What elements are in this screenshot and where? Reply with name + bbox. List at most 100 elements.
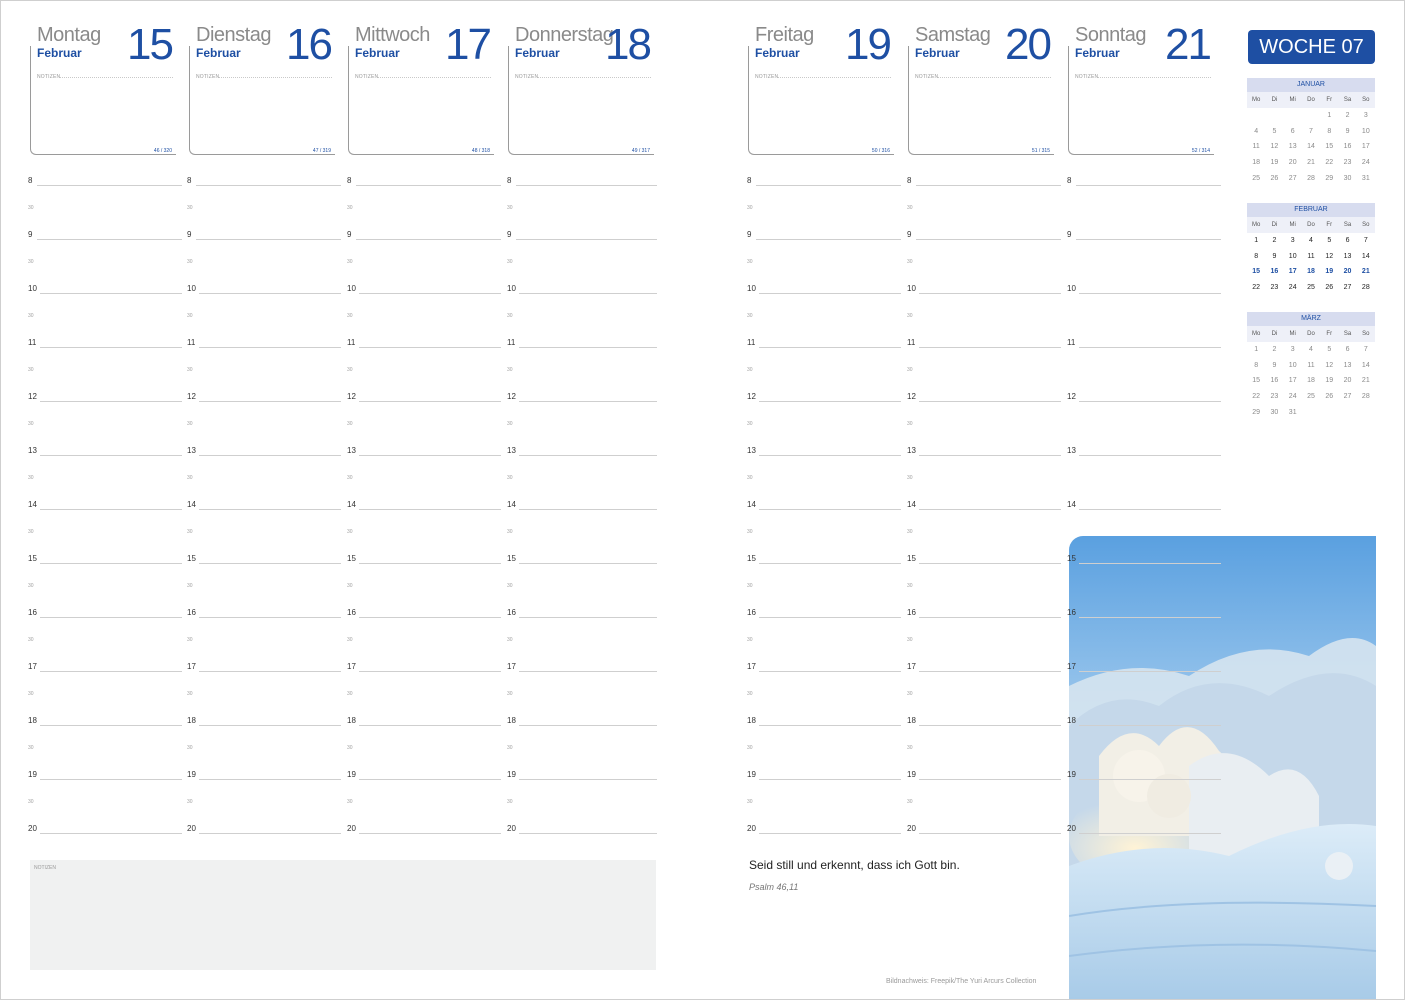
time-slot-row[interactable]: 30 <box>187 635 341 647</box>
time-slot-row[interactable]: 30 <box>28 257 182 269</box>
time-slot-row[interactable]: 30 <box>507 365 657 377</box>
time-slot-row[interactable]: 30 <box>907 797 1061 809</box>
time-slot-row[interactable]: 8 <box>507 176 657 188</box>
time-slot-row[interactable]: 17 <box>187 662 341 674</box>
calendar-day[interactable]: 28 <box>1357 389 1375 405</box>
calendar-day[interactable]: 21 <box>1357 264 1375 280</box>
time-slot-row[interactable]: 30 <box>907 203 1061 215</box>
time-slot-row[interactable]: 30 <box>347 419 501 431</box>
time-slot-row[interactable]: 30 <box>28 473 182 485</box>
time-slot-row[interactable]: 14 <box>747 500 901 512</box>
calendar-day[interactable]: 3 <box>1284 233 1302 249</box>
time-slot-row[interactable]: 12 <box>187 392 341 404</box>
calendar-day[interactable]: 23 <box>1265 280 1283 296</box>
time-slot-row[interactable]: 14 <box>907 500 1061 512</box>
time-slot-row[interactable]: 30 <box>347 473 501 485</box>
time-slot-row[interactable]: 30 <box>907 473 1061 485</box>
time-slot-row[interactable]: 9 <box>907 230 1061 242</box>
calendar-day[interactable]: 9 <box>1265 358 1283 374</box>
time-slot-row[interactable]: 30 <box>507 797 657 809</box>
time-slot-row[interactable]: 9 <box>28 230 182 242</box>
calendar-day[interactable]: 31 <box>1357 171 1375 187</box>
time-slot-row[interactable]: 12 <box>1067 392 1221 404</box>
time-slot-row[interactable]: 18 <box>907 716 1061 728</box>
time-slot-row[interactable]: 30 <box>28 689 182 701</box>
calendar-day[interactable]: 12 <box>1320 358 1338 374</box>
time-slot-row[interactable]: 18 <box>747 716 901 728</box>
time-slot-row[interactable]: 8 <box>187 176 341 188</box>
time-slot-row[interactable]: 11 <box>187 338 341 350</box>
time-slot-row[interactable]: 20 <box>507 824 657 836</box>
calendar-day[interactable]: 12 <box>1320 249 1338 265</box>
time-slot-row[interactable]: 30 <box>747 419 901 431</box>
time-slot-row[interactable]: 19 <box>347 770 501 782</box>
time-slot-row[interactable]: 8 <box>1067 176 1221 188</box>
calendar-day[interactable]: 19 <box>1320 373 1338 389</box>
time-slot-row[interactable]: 18 <box>507 716 657 728</box>
time-slot-row[interactable]: 16 <box>1067 608 1221 620</box>
time-slot-row[interactable]: 17 <box>907 662 1061 674</box>
time-slot-row[interactable]: 30 <box>747 365 901 377</box>
time-slot-row[interactable]: 30 <box>347 689 501 701</box>
time-slot-row[interactable]: 9 <box>507 230 657 242</box>
calendar-day[interactable]: 6 <box>1338 342 1356 358</box>
calendar-day[interactable]: 1 <box>1247 233 1265 249</box>
time-slot-row[interactable]: 30 <box>907 311 1061 323</box>
time-slot-row[interactable]: 10 <box>1067 284 1221 296</box>
calendar-day[interactable]: 7 <box>1302 124 1320 140</box>
calendar-day[interactable]: 24 <box>1357 155 1375 171</box>
time-slot-row[interactable]: 30 <box>747 635 901 647</box>
time-slot-row[interactable]: 10 <box>28 284 182 296</box>
calendar-day[interactable]: 2 <box>1265 233 1283 249</box>
time-slot-row[interactable]: 19 <box>1067 770 1221 782</box>
time-slot-row[interactable]: 12 <box>507 392 657 404</box>
time-slot-row[interactable]: 13 <box>907 446 1061 458</box>
time-slot-row[interactable]: 10 <box>347 284 501 296</box>
calendar-day[interactable]: 20 <box>1338 264 1356 280</box>
time-slot-row[interactable]: 11 <box>1067 338 1221 350</box>
time-slot-row[interactable]: 30 <box>28 311 182 323</box>
time-slot-row[interactable]: 30 <box>28 203 182 215</box>
calendar-day[interactable]: 2 <box>1265 342 1283 358</box>
time-slot-row[interactable]: 30 <box>187 203 341 215</box>
time-slot-row[interactable]: 30 <box>28 527 182 539</box>
calendar-day[interactable]: 15 <box>1247 373 1265 389</box>
calendar-day[interactable]: 1 <box>1320 108 1338 124</box>
time-slot-row[interactable]: 14 <box>1067 500 1221 512</box>
time-slot-row[interactable]: 9 <box>347 230 501 242</box>
time-slot-row[interactable]: 30 <box>907 527 1061 539</box>
time-slot-row[interactable]: 19 <box>28 770 182 782</box>
calendar-day[interactable]: 13 <box>1338 358 1356 374</box>
time-slot-row[interactable]: 13 <box>347 446 501 458</box>
calendar-day[interactable]: 17 <box>1284 264 1302 280</box>
time-slot-row[interactable]: 30 <box>187 527 341 539</box>
time-slot-row[interactable]: 18 <box>1067 716 1221 728</box>
time-slot-row[interactable]: 30 <box>347 203 501 215</box>
calendar-day[interactable]: 30 <box>1265 405 1283 421</box>
time-slot-row[interactable]: 9 <box>1067 230 1221 242</box>
time-slot-row[interactable]: 11 <box>347 338 501 350</box>
time-slot-row[interactable]: 30 <box>747 689 901 701</box>
calendar-day[interactable]: 13 <box>1284 139 1302 155</box>
time-slot-row[interactable]: 16 <box>347 608 501 620</box>
time-slot-row[interactable]: 13 <box>187 446 341 458</box>
time-slot-row[interactable]: 13 <box>1067 446 1221 458</box>
calendar-day[interactable]: 19 <box>1265 155 1283 171</box>
time-slot-row[interactable]: 10 <box>507 284 657 296</box>
calendar-day[interactable]: 5 <box>1320 233 1338 249</box>
time-slot-row[interactable]: 15 <box>347 554 501 566</box>
time-slot-row[interactable]: 15 <box>1067 554 1221 566</box>
calendar-day[interactable]: 28 <box>1357 280 1375 296</box>
time-slot-row[interactable]: 15 <box>507 554 657 566</box>
calendar-day[interactable]: 17 <box>1357 139 1375 155</box>
calendar-day[interactable]: 23 <box>1265 389 1283 405</box>
calendar-day[interactable]: 15 <box>1247 264 1265 280</box>
time-slot-row[interactable]: 30 <box>747 203 901 215</box>
calendar-day[interactable]: 6 <box>1284 124 1302 140</box>
time-slot-row[interactable]: 30 <box>507 473 657 485</box>
calendar-day[interactable]: 22 <box>1247 389 1265 405</box>
time-slot-row[interactable]: 20 <box>907 824 1061 836</box>
time-slot-row[interactable]: 30 <box>507 257 657 269</box>
time-slot-row[interactable]: 30 <box>187 257 341 269</box>
time-slot-row[interactable]: 30 <box>187 473 341 485</box>
